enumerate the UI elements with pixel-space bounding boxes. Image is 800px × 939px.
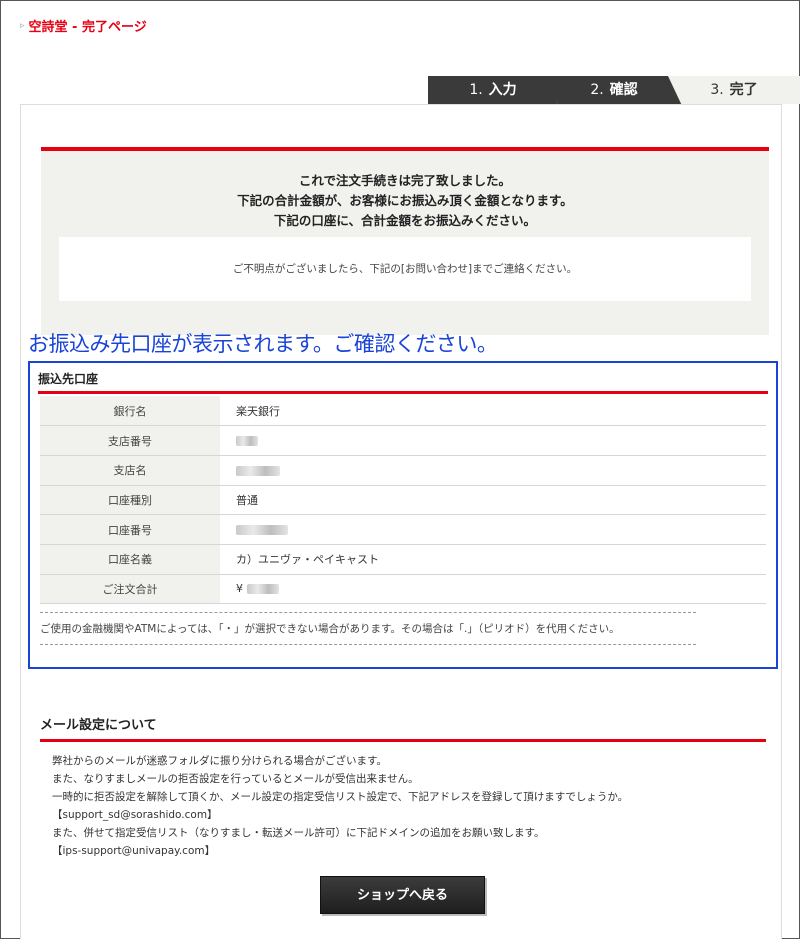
- row-value: 楽天銀行: [220, 396, 766, 427]
- row-label: 支店名: [40, 455, 220, 486]
- support-email: 【support_sd@sorashido.com】: [52, 809, 218, 821]
- row-label: 口座番号: [40, 514, 220, 545]
- page-title-text: 空詩堂 - 完了ページ: [28, 20, 147, 35]
- row-label: 支店番号: [40, 425, 220, 456]
- row-value: [220, 455, 766, 486]
- mail-settings-section: メール設定について 弊社からのメールが迷惑フォルダに振り分けられる場合がございま…: [40, 714, 766, 860]
- table-row: 口座名義 カ）ユニヴァ・ペイキャスト: [40, 544, 766, 575]
- table-row: 口座種別 普通: [40, 485, 766, 516]
- page-title: ▹ 空詩堂 - 完了ページ: [20, 16, 147, 35]
- table-row: 支店名: [40, 455, 766, 486]
- notice-message: これで注文手続きは完了致しました。 下記の合計金額が、お客様にお振込み頂く金額と…: [237, 173, 573, 228]
- table-row: 支店番号: [40, 425, 766, 456]
- redacted-value: [246, 584, 279, 595]
- row-value: [220, 425, 766, 456]
- annotation-caption: お振込み先口座が表示されます。ご確認ください。: [28, 332, 498, 356]
- step-complete: 3. 完了: [668, 76, 800, 104]
- step-input: 1. 入力: [428, 76, 558, 104]
- table-row: 銀行名 楽天銀行: [40, 396, 766, 427]
- table-row: 口座番号: [40, 514, 766, 545]
- row-value: [220, 514, 766, 545]
- redacted-value: [236, 436, 258, 447]
- redacted-value: [236, 465, 280, 476]
- row-label: 口座名義: [40, 544, 220, 575]
- mail-section-heading: メール設定について: [40, 714, 766, 742]
- bank-account-section: 振込先口座 銀行名 楽天銀行 支店番号 支店名 口座種別 普通 口座番号 口座名…: [28, 361, 778, 669]
- row-value: ¥: [220, 574, 766, 605]
- row-label: ご注文合計: [40, 574, 220, 605]
- table-row: ご注文合計 ¥: [40, 574, 766, 605]
- progress-steps: 1. 入力 2. 確認 3. 完了: [428, 76, 800, 104]
- step-confirm: 2. 確認: [544, 76, 684, 104]
- bank-account-table: 銀行名 楽天銀行 支店番号 支店名 口座種別 普通 口座番号 口座名義 カ）ユニ…: [40, 396, 766, 605]
- mail-instructions: 弊社からのメールが迷惑フォルダに振り分けられる場合がございます。 また、なりすま…: [40, 752, 766, 860]
- inquiry-note: ご不明点がございましたら、下記の[お問い合わせ]までご連絡ください。: [59, 237, 751, 301]
- divider: [40, 644, 696, 646]
- period-caution-note: ご使用の金融機関やATMによっては、「・」が選択できない場合があります。その場合…: [40, 623, 620, 636]
- support-domain-email: 【ips-support@univapay.com】: [52, 845, 216, 857]
- breadcrumb-arrow-icon: ▹: [20, 20, 25, 31]
- back-to-shop-button[interactable]: ショップへ戻る: [320, 876, 485, 914]
- bank-section-heading: 振込先口座: [38, 363, 768, 394]
- completion-notice: これで注文手続きは完了致しました。 下記の合計金額が、お客様にお振込み頂く金額と…: [41, 147, 769, 335]
- redacted-value: [236, 525, 288, 536]
- divider: [40, 612, 696, 614]
- row-value: 普通: [220, 485, 766, 516]
- row-value: カ）ユニヴァ・ペイキャスト: [220, 544, 766, 575]
- row-label: 銀行名: [40, 396, 220, 427]
- row-label: 口座種別: [40, 485, 220, 516]
